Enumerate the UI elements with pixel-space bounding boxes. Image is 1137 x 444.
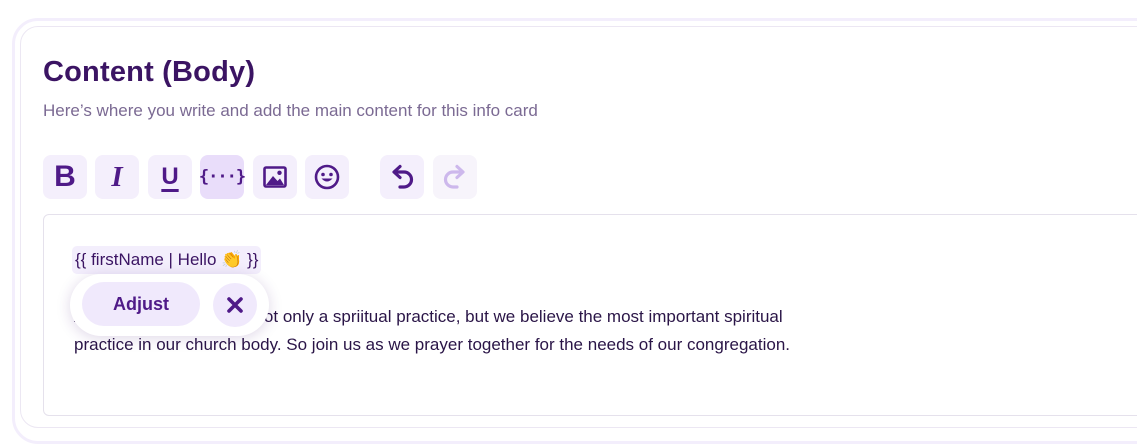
variable-chip[interactable]: {{ firstName | Hello 👏 }} [72, 246, 262, 274]
bold-icon: B [54, 160, 76, 193]
section-subtitle: Here’s where you write and add the main … [43, 101, 538, 120]
redo-icon [443, 164, 465, 189]
close-icon [227, 297, 243, 313]
close-button[interactable] [213, 283, 257, 327]
undo-button[interactable] [380, 155, 424, 199]
redo-button[interactable] [433, 155, 477, 199]
image-icon [263, 166, 287, 188]
underline-button[interactable]: U [148, 155, 192, 199]
underline-icon: U [161, 163, 179, 190]
insert-image-button[interactable] [253, 155, 297, 199]
section-title: Content (Body) [43, 56, 256, 88]
bold-button[interactable]: B [43, 155, 87, 199]
insert-emoji-button[interactable] [305, 155, 349, 199]
italic-icon: I [111, 160, 123, 193]
variable-popover: Adjust [70, 274, 269, 336]
smiley-icon [314, 164, 340, 190]
adjust-button[interactable]: Adjust [82, 282, 200, 326]
italic-button[interactable]: I [95, 155, 139, 199]
undo-icon [392, 164, 414, 189]
variable-braces-icon: {···} [198, 167, 246, 187]
insert-variable-button[interactable]: {···} [198, 155, 246, 199]
